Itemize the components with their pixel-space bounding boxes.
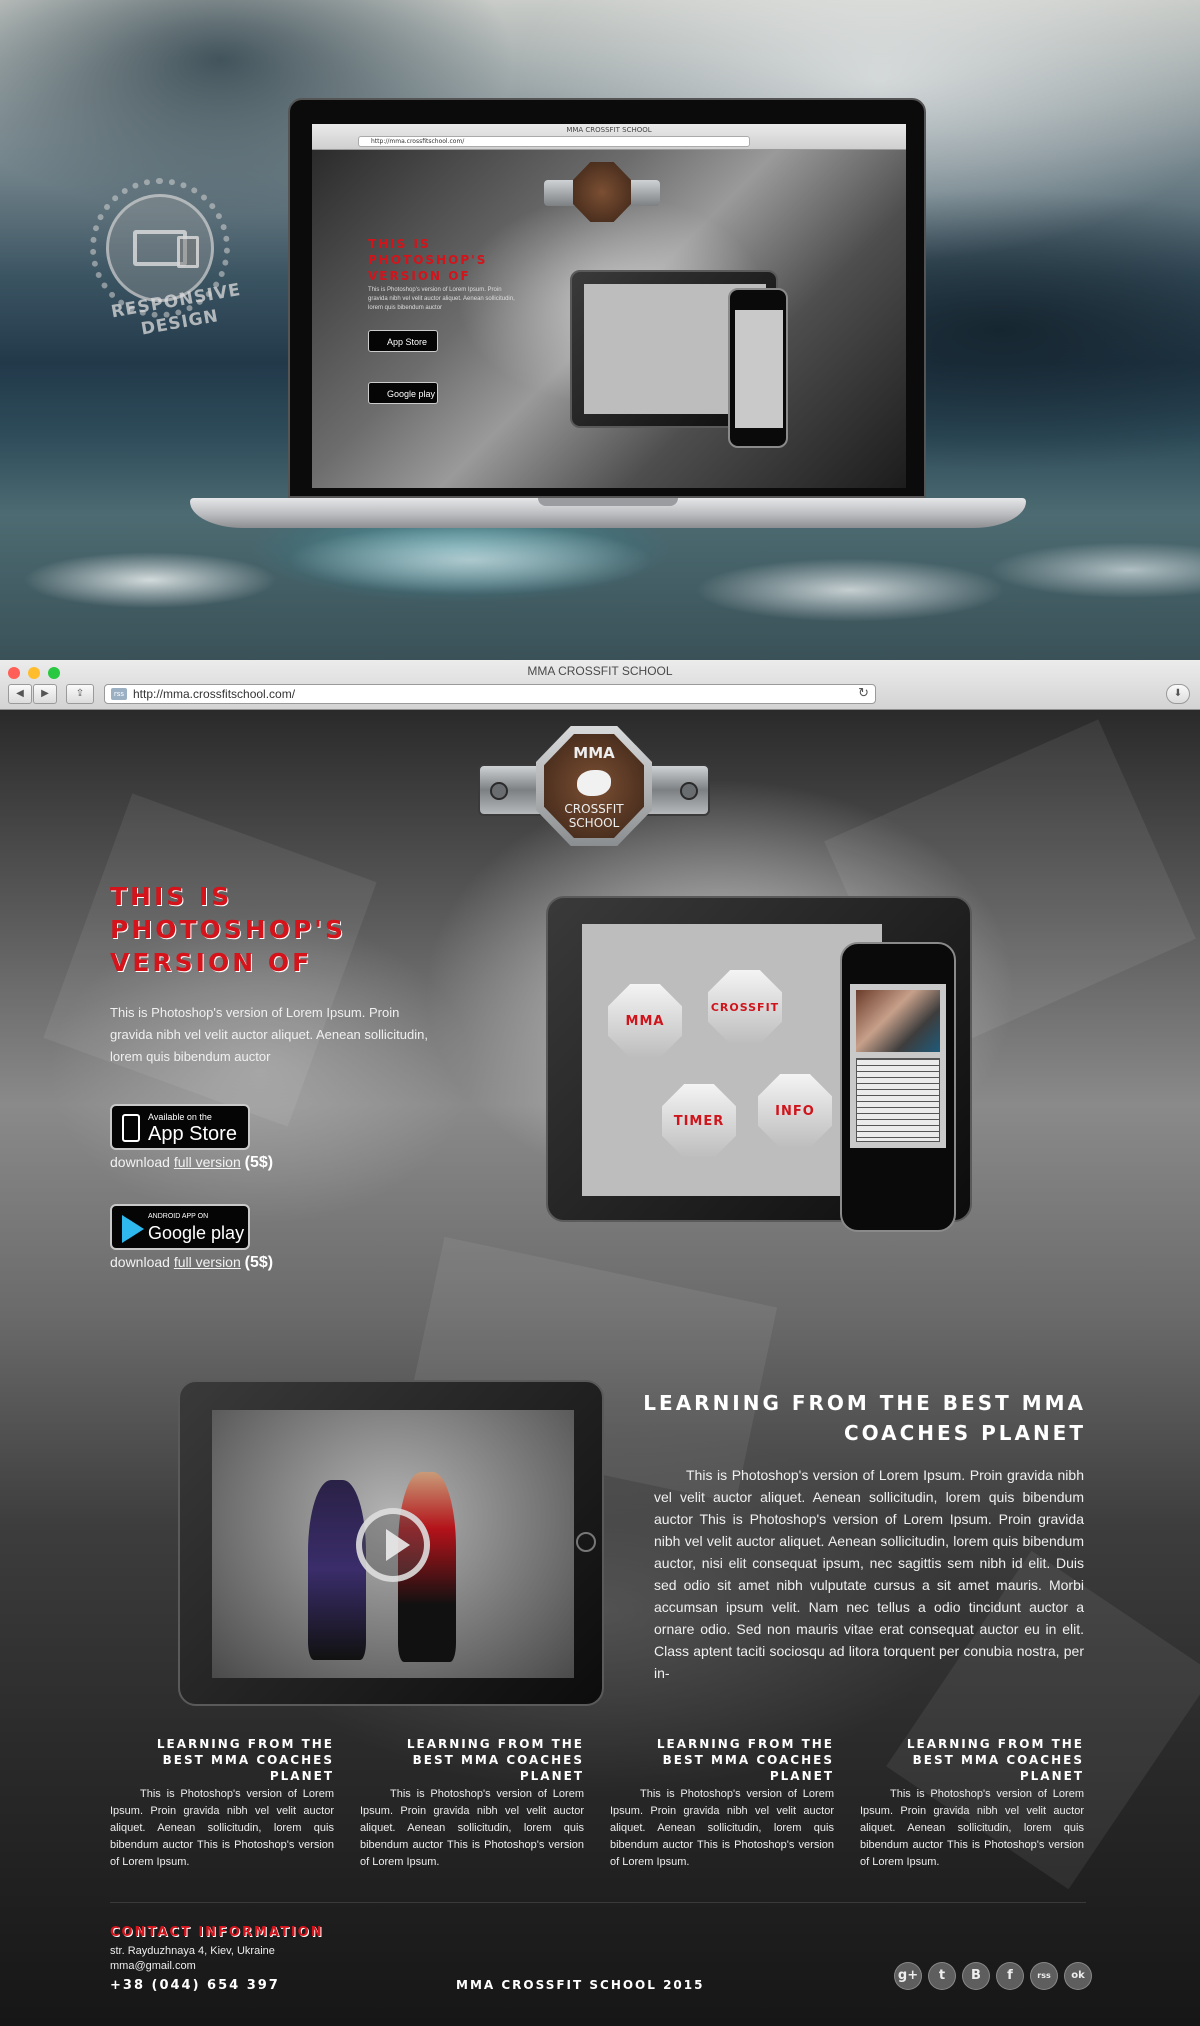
hero-banner: RESPONSIVE DESIGN MMA CROSSFIT SCHOOL ht… xyxy=(0,0,1200,660)
price-ios: (5$) xyxy=(244,1154,274,1171)
info-column: LEARNING FROM THE BEST MMA COACHES PLANE… xyxy=(110,1736,334,1871)
laptop-mockup: MMA CROSSFIT SCHOOL http://mma.crossfits… xyxy=(288,98,926,498)
download-prefix: download xyxy=(110,1154,174,1170)
mini-url-field: http://mma.crossfitschool.com/ xyxy=(358,136,750,147)
download-prefix: download xyxy=(110,1254,174,1270)
info-column: LEARNING FROM THE BEST MMA COACHES PLANE… xyxy=(360,1736,584,1871)
logo-mma-text: MMA xyxy=(573,744,615,762)
info-column-title: LEARNING FROM THE BEST MMA COACHES PLANE… xyxy=(406,1737,584,1783)
fighter-icon xyxy=(577,770,611,796)
info-column-text: This is Photoshop's version of Lorem Ips… xyxy=(610,1788,834,1868)
footer-divider xyxy=(110,1902,1086,1903)
mini-page: THIS IS PHOTOSHOP'S VERSION OF This is P… xyxy=(312,150,906,488)
downloads-button[interactable]: ⬇ xyxy=(1166,684,1190,704)
info-column: LEARNING FROM THE BEST MMA COACHES PLANE… xyxy=(610,1736,834,1871)
contact-address: str. Rayduzhnaya 4, Kiev, Ukraine xyxy=(110,1945,275,1957)
contact-heading: CONTACT INFORMATION xyxy=(110,1925,324,1940)
app-store-button[interactable]: Available on the App Store xyxy=(110,1104,250,1150)
back-button[interactable]: ◀ xyxy=(8,684,32,704)
showcase-phone xyxy=(840,942,956,1232)
google-play-caption: ANDROID APP ON xyxy=(148,1213,209,1220)
window-title: MMA CROSSFIT SCHOOL xyxy=(527,664,673,678)
rss-icon[interactable]: rss xyxy=(1030,1962,1058,1990)
devices-icon xyxy=(133,230,199,268)
blogger-icon[interactable]: B xyxy=(962,1962,990,1990)
mini-intro-text: This is Photoshop's version of Lorem Ips… xyxy=(368,287,515,311)
mini-logo xyxy=(544,162,660,222)
app-info-button: INFO xyxy=(758,1074,832,1148)
tablet-home-button xyxy=(576,1532,596,1552)
forward-icon: ▶ xyxy=(41,688,49,699)
showcase-tablet-screen: MMA CROSSFIT TIMER INFO xyxy=(582,924,882,1196)
address-text[interactable]: http://mma.crossfitschool.com/ xyxy=(133,687,295,701)
google-plus-icon[interactable]: g+ xyxy=(894,1962,922,1990)
share-icon: ⇪ xyxy=(75,688,85,699)
apple-device-icon xyxy=(122,1114,140,1142)
foam-decoration xyxy=(0,520,1200,660)
google-play-button[interactable]: ANDROID APP ON Google play xyxy=(110,1204,250,1250)
reload-icon[interactable]: ↻ xyxy=(858,686,869,701)
info-column-title: LEARNING FROM THE BEST MMA COACHES PLANE… xyxy=(906,1737,1084,1783)
full-version-link-ios[interactable]: full version xyxy=(174,1154,241,1170)
mini-googleplay-badge: Google play xyxy=(368,382,438,404)
back-icon: ◀ xyxy=(16,688,24,699)
video-tablet xyxy=(178,1380,604,1706)
app-store-label: App Store xyxy=(148,1123,237,1145)
copyright-text: MMA CROSSFIT SCHOOL 2015 xyxy=(456,1978,705,1992)
fight-photo xyxy=(856,990,940,1052)
contact-info: str. Rayduzhnaya 4, Kiev, Ukraine mma@gm… xyxy=(110,1944,370,1974)
info-column: LEARNING FROM THE BEST MMA COACHES PLANE… xyxy=(860,1736,1084,1871)
twitter-icon[interactable]: t xyxy=(928,1962,956,1990)
download-line-android: download full version (5$) xyxy=(110,1254,273,1272)
forward-button[interactable]: ▶ xyxy=(33,684,57,704)
contact-phone: +38 (044) 654 397 xyxy=(110,1978,280,1993)
info-column-title: LEARNING FROM THE BEST MMA COACHES PLANE… xyxy=(656,1737,834,1783)
price-android: (5$) xyxy=(244,1254,274,1271)
app-mma-button: MMA xyxy=(608,984,682,1058)
share-button[interactable]: ⇪ xyxy=(66,684,94,704)
download-line-ios: download full version (5$) xyxy=(110,1154,273,1172)
play-icon[interactable] xyxy=(356,1508,430,1582)
mini-phone xyxy=(728,288,788,448)
logo-school-text: SCHOOL xyxy=(568,816,620,830)
download-icon: ⬇ xyxy=(1173,688,1183,699)
contact-email[interactable]: mma@gmail.com xyxy=(110,1959,370,1974)
full-version-link-android[interactable]: full version xyxy=(174,1254,241,1270)
laptop-screen: MMA CROSSFIT SCHOOL http://mma.crossfits… xyxy=(312,124,906,488)
mini-heading: THIS IS PHOTOSHOP'S VERSION OF xyxy=(368,237,488,283)
google-play-icon xyxy=(122,1215,144,1243)
mini-browser-title: MMA CROSSFIT SCHOOL xyxy=(566,126,652,134)
site-page: MMA CROSSFIT SCHOOL THIS IS PHOTOSHOP'S … xyxy=(0,710,1200,2026)
site-logo[interactable]: MMA CROSSFIT SCHOOL xyxy=(478,726,710,846)
screenshot-root: RESPONSIVE DESIGN MMA CROSSFIT SCHOOL ht… xyxy=(0,0,1200,2026)
logo-crossfit-text: CROSSFIT xyxy=(564,802,624,816)
video-screen xyxy=(212,1410,574,1678)
phone-text-block xyxy=(856,1058,940,1142)
learning-text: This is Photoshop's version of Lorem Ips… xyxy=(654,1467,1084,1681)
info-column-text: This is Photoshop's version of Lorem Ips… xyxy=(360,1788,584,1868)
info-column-text: This is Photoshop's version of Lorem Ips… xyxy=(110,1788,334,1868)
facebook-icon[interactable]: f xyxy=(996,1962,1024,1990)
info-column-text: This is Photoshop's version of Lorem Ips… xyxy=(860,1788,1084,1868)
social-links: g+ t B f rss ok xyxy=(894,1962,1094,1992)
browser-chrome: MMA CROSSFIT SCHOOL ◀ ▶ ⇪ rss http://mma… xyxy=(0,660,1200,710)
learning-heading: LEARNING FROM THE BEST MMA COACHES PLANE… xyxy=(643,1391,1086,1445)
app-timer-button: TIMER xyxy=(662,1084,736,1158)
intro-text: This is Photoshop's version of Lorem Ips… xyxy=(110,1005,428,1064)
intro-heading: THIS IS PHOTOSHOP'S VERSION OF xyxy=(110,882,346,977)
feed-icon: rss xyxy=(111,688,127,700)
app-store-caption: Available on the xyxy=(148,1112,212,1122)
mini-appstore-badge: App Store xyxy=(368,330,438,352)
info-column-title: LEARNING FROM THE BEST MMA COACHES PLANE… xyxy=(156,1737,334,1783)
laptop-base xyxy=(190,498,1026,528)
showcase-phone-screen xyxy=(850,984,946,1148)
google-play-label: Google play xyxy=(148,1223,245,1243)
fighter-left xyxy=(308,1480,366,1660)
app-crossfit-button: CROSSFIT xyxy=(708,970,782,1044)
mini-browser-bar: MMA CROSSFIT SCHOOL http://mma.crossfits… xyxy=(312,124,906,150)
odnoklassniki-icon[interactable]: ok xyxy=(1064,1962,1092,1990)
address-bar[interactable]: rss http://mma.crossfitschool.com/ ↻ xyxy=(104,684,876,704)
